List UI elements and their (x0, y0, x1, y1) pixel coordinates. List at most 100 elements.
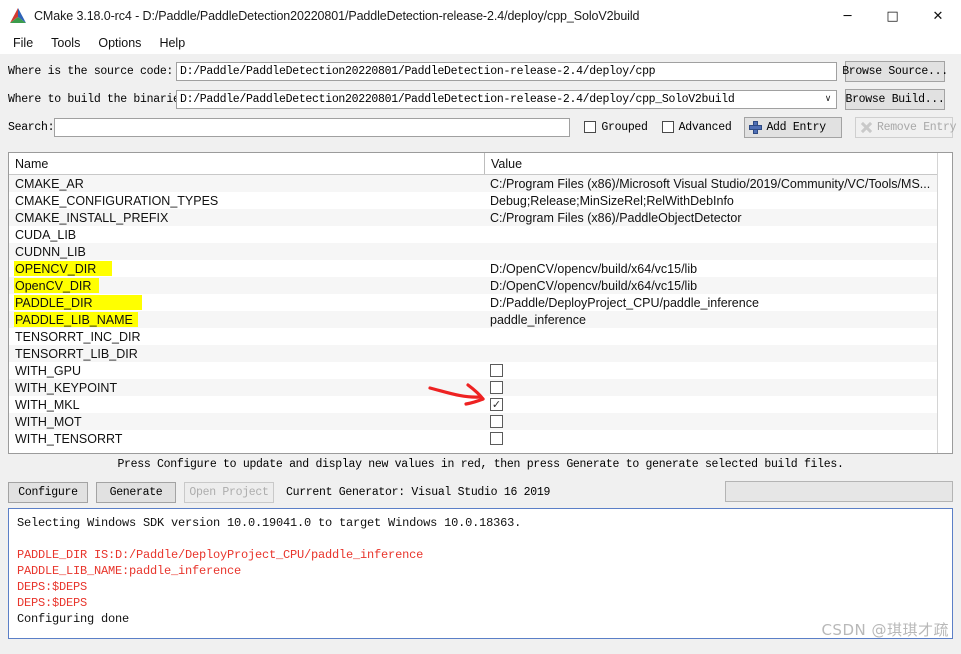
cell-variable-value[interactable] (484, 362, 952, 379)
maximize-button[interactable]: □ (870, 0, 915, 32)
log-line: PADDLE_DIR IS:D:/Paddle/DeployProject_CP… (17, 548, 424, 562)
open-project-button[interactable]: Open Project (184, 481, 274, 503)
value-checkbox[interactable] (490, 364, 503, 377)
add-entry-label: Add Entry (766, 120, 826, 134)
cell-variable-value[interactable] (484, 226, 952, 243)
table-row[interactable]: WITH_TENSORRT (9, 430, 952, 447)
menu-bar: File Tools Options Help (0, 32, 961, 54)
grouped-checkbox[interactable]: Grouped (584, 121, 648, 134)
search-input[interactable] (54, 117, 571, 137)
cell-variable-value[interactable]: ✓ (484, 396, 952, 413)
cell-variable-value[interactable]: D:/OpenCV/opencv/build/x64/vc15/lib (484, 260, 952, 277)
table-row[interactable]: CMAKE_INSTALL_PREFIX C:/Program Files (x8… (9, 209, 952, 226)
menu-help[interactable]: Help (153, 34, 194, 52)
advanced-checkbox[interactable]: Advanced (661, 120, 732, 134)
variable-name-text: WITH_MOT (15, 414, 82, 429)
browse-build-button[interactable]: Browse Build... (845, 88, 945, 110)
source-path-input[interactable]: D:/Paddle/PaddleDetection20220801/Paddle… (176, 61, 837, 81)
table-row[interactable]: CUDNN_LIB (9, 243, 952, 260)
output-log-body: Selecting Windows SDK version 10.0.19041… (17, 515, 944, 627)
output-log[interactable]: Selecting Windows SDK version 10.0.19041… (8, 508, 953, 639)
generate-button[interactable]: Generate (96, 481, 176, 503)
variable-name-text: PADDLE_DIR (15, 295, 93, 310)
build-label: Where to build the binaries: (8, 92, 193, 106)
table-row[interactable]: TENSORRT_LIB_DIR (9, 345, 952, 362)
cell-variable-value[interactable] (484, 379, 952, 396)
minimize-button[interactable]: ─ (825, 0, 870, 32)
cell-variable-value[interactable]: D:/Paddle/DeployProject_CPU/paddle_infer… (484, 294, 952, 311)
cmake-gui-window: CMake 3.18.0-rc4 - D:/Paddle/PaddleDetec… (0, 0, 961, 654)
cell-variable-value[interactable]: paddle_inference (484, 311, 952, 328)
column-header-value[interactable]: Value (484, 153, 952, 174)
log-line: DEPS:$DEPS (17, 580, 88, 594)
watermark: CSDN @琪琪才疏 (821, 621, 949, 639)
source-label: Where is the source code: (8, 64, 174, 78)
build-path-combobox[interactable]: D:/Paddle/PaddleDetection20220801/Paddle… (176, 89, 837, 109)
table-row[interactable]: CUDA_LIB (9, 226, 952, 243)
remove-entry-button[interactable]: Remove Entry (855, 116, 957, 138)
menu-options[interactable]: Options (92, 34, 150, 52)
cell-variable-name: CMAKE_AR (9, 175, 484, 192)
cell-variable-value[interactable] (484, 243, 952, 260)
table-row[interactable]: CMAKE_CONFIGURATION_TYPES Debug;Release;M… (9, 192, 952, 209)
cell-variable-name: PADDLE_DIR (9, 294, 484, 311)
cell-variable-name: PADDLE_LIB_NAME (9, 311, 484, 328)
browse-source-button[interactable]: Browse Source... (842, 60, 948, 82)
menu-file[interactable]: File (7, 34, 42, 52)
log-line: Selecting Windows SDK version 10.0.19041… (17, 516, 522, 530)
cell-variable-value[interactable]: C:/Program Files (x86)/PaddleObjectDetec… (484, 209, 952, 226)
cell-variable-value[interactable] (484, 328, 952, 345)
table-row[interactable]: TENSORRT_INC_DIR (9, 328, 952, 345)
table-row[interactable]: WITH_GPU (9, 362, 952, 379)
table-header: Name Value (9, 153, 952, 175)
remove-entry-label: Remove Entry (877, 120, 957, 134)
cell-variable-name: WITH_GPU (9, 362, 484, 379)
build-row: Where to build the binaries: D:/Paddle/P… (8, 87, 953, 111)
cell-variable-name: CMAKE_CONFIGURATION_TYPES (9, 192, 484, 209)
cell-variable-name: CMAKE_INSTALL_PREFIX (9, 209, 484, 226)
menu-tools[interactable]: Tools (45, 34, 89, 52)
table-row[interactable]: CMAKE_AR C:/Program Files (x86)/Microsoft… (9, 175, 952, 192)
configure-button[interactable]: Configure (8, 481, 88, 503)
source-row: Where is the source code: D:/Paddle/Padd… (8, 59, 953, 83)
value-checkbox[interactable] (490, 432, 503, 445)
value-checkbox[interactable] (490, 381, 503, 394)
plus-icon (749, 120, 763, 134)
check-icon: ✓ (491, 397, 502, 411)
table-row[interactable]: PADDLE_LIB_NAME paddle_inference (9, 311, 952, 328)
add-entry-button[interactable]: Add Entry (744, 116, 842, 138)
window-controls: ─ □ ✕ (825, 0, 961, 32)
cell-variable-value[interactable]: D:/OpenCV/opencv/build/x64/vc15/lib (484, 277, 952, 294)
cell-variable-value[interactable] (484, 413, 952, 430)
cache-variables-table: Name Value CMAKE_AR C:/Program Files (x86… (8, 152, 953, 454)
cell-variable-value[interactable]: Debug;Release;MinSizeRel;RelWithDebInfo (484, 192, 952, 209)
cell-variable-name: WITH_MKL (9, 396, 484, 413)
variable-name-text: OPENCV_DIR (15, 261, 97, 276)
path-form: Where is the source code: D:/Paddle/Padd… (0, 54, 961, 139)
build-path-value: D:/Paddle/PaddleDetection20220801/Paddle… (180, 92, 735, 106)
cmake-logo-icon (8, 7, 28, 25)
window-title: CMake 3.18.0-rc4 - D:/Paddle/PaddleDetec… (34, 9, 640, 23)
table-row[interactable]: PADDLE_DIR D:/Paddle/DeployProject_CPU/pa… (9, 294, 952, 311)
cell-variable-value[interactable]: C:/Program Files (x86)/Microsoft Visual … (484, 175, 952, 192)
table-row[interactable]: WITH_KEYPOINT (9, 379, 952, 396)
grouped-checkbox-box[interactable] (584, 121, 597, 133)
column-header-name[interactable]: Name (9, 153, 484, 174)
table-row[interactable]: WITH_MKL ✓ (9, 396, 952, 413)
cell-variable-value[interactable] (484, 430, 952, 447)
value-checkbox[interactable]: ✓ (490, 398, 503, 411)
table-row[interactable]: OpenCV_DIR D:/OpenCV/opencv/build/x64/vc1… (9, 277, 952, 294)
table-row[interactable]: WITH_MOT (9, 413, 952, 430)
cell-variable-value[interactable] (484, 345, 952, 362)
table-row[interactable]: OPENCV_DIR D:/OpenCV/opencv/build/x64/vc1… (9, 260, 952, 277)
close-x-icon (860, 121, 873, 134)
cell-variable-name: OpenCV_DIR (9, 277, 484, 294)
advanced-checkbox-box[interactable] (661, 121, 674, 133)
variable-name-text: CUDNN_LIB (15, 244, 86, 259)
advanced-label: Advanced (678, 120, 732, 134)
cell-variable-name: WITH_TENSORRT (9, 430, 484, 447)
value-checkbox[interactable] (490, 415, 503, 428)
table-scrollbar[interactable] (937, 153, 952, 453)
close-button[interactable]: ✕ (915, 0, 961, 32)
